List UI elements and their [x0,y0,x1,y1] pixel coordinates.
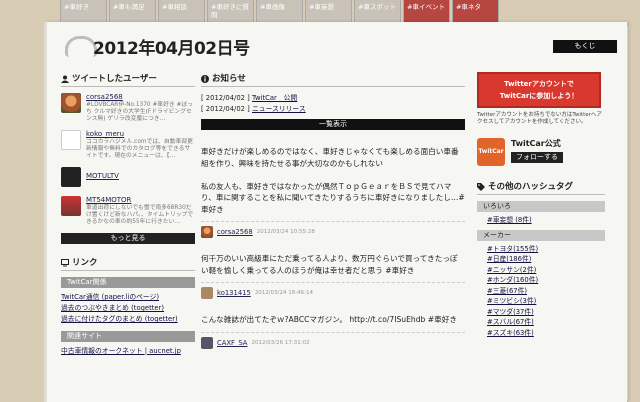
avatar[interactable] [201,287,213,299]
user-description: ココカラハジメル.comでは、自動車部更新情報や無料でのカタログ等をできるサイト… [86,139,193,159]
tweet-user[interactable]: corsa2568 [217,228,253,236]
tab-car-question[interactable]: #車好きに質問 [207,0,254,24]
banner-note: Twitterアカウントをお持ちでない方はTwitterへアクセスしてアカウント… [477,112,602,125]
official-account-box: TwitCar TwitCar公式 フォローする [477,138,605,166]
tweet-text: 車好きだけが楽しめるのではなく、車好きじゃなくても楽しめる面白い車番組を作り、興… [201,147,465,214]
hashtag-section-label: その他のハッシュタグ [488,182,574,192]
user-description: #LDVBCAR伊-No.1370 #車好き #ぼっち クルマ好きの大学生(Fド… [86,102,193,122]
right-column: Twitterアカウントで TwitCarに参加しよう！ Twitterアカウン… [477,72,605,338]
user-name[interactable]: MT54MOTOR [86,196,195,205]
link-group-header: 関連サイト [61,331,195,342]
tag-item[interactable]: #車妄想 (8件) [477,215,605,226]
monitor-icon [61,259,69,267]
table-of-contents-button[interactable]: もくじ [553,40,617,53]
news-item: [ 2012/04/02 ] TwitCar 公開 [201,93,465,104]
tab-car-love[interactable]: #車好き [60,0,107,24]
news-section-title: お知らせ [201,72,465,87]
tab-car-topic[interactable]: #車ネタ [452,0,499,24]
links-section-label: リンク [72,258,98,268]
user-description: 車道出荷にしないでも雪で雨多68R30だけ置くけど新なハパ。、タイムトリップでき… [86,205,194,225]
tweet-time: 2012/03/26 17:31:02 [251,339,310,346]
twitter-join-banner[interactable]: Twitterアカウントで TwitCarに参加しよう！ [477,72,601,108]
tag-item[interactable]: #スバル(67件) [477,317,605,328]
news-item: [ 2012/04/02 ] ニュースリリース [201,104,465,115]
paper-page: 2012年04月02日号 もくじ ツイートしたユーザー corsa2568 #L… [44,22,627,402]
link-item[interactable]: 過去に付けたタグのまとめ (togetter) [61,314,195,325]
tag-group-header: いろいろ [477,201,605,212]
avatar[interactable] [61,93,81,113]
page-header: 2012年04月02日号 もくじ [61,32,627,62]
avatar[interactable] [201,226,213,238]
news-date: [ 2012/04/02 ] [201,105,250,113]
tweet-time: 2012/03/24 10:55:28 [256,229,315,235]
news-date: [ 2012/04/02 ] [201,94,250,102]
avatar[interactable] [201,336,213,349]
banner-line1: Twitterアカウントで [504,80,574,88]
users-section-label: ツイートしたユーザー [72,74,157,84]
tab-car-spot[interactable]: #車スポット [354,0,401,24]
tweet-user[interactable]: CAXF_SA [217,339,247,347]
link-group-header: TwitCar関係 [61,277,195,288]
tweet-time: 2012/03/24 18:46:14 [254,290,313,296]
tweet-text: 何千万のいい高級車にただ乗ってる人より、数万円ぐらいで買ってきたっぽい軽を愉しく… [201,254,458,275]
link-item[interactable]: TwitCar通信 (paper.liのページ) [61,292,195,303]
avatar[interactable] [61,196,81,216]
category-tabs: #車好き #車も満足 #車相談 #車好きに質問 #車画像 #車妄想 #車スポット… [60,0,499,24]
tag-item[interactable]: #トヨタ(155件) [477,244,605,255]
tab-car-event[interactable]: #車イベント [403,0,450,24]
user-icon [61,75,69,83]
tweet-text: こんな雑誌が出てたぞｗ?ABCCマガジン。 http://t.co/7ISuEh… [201,315,457,324]
tweet-meta: ko131415 2012/03/24 18:46:14 [201,282,465,300]
hashtag-section-title: その他のハッシュタグ [477,180,605,195]
link-item[interactable]: 過去のつぶやきまとめ (togetter) [61,303,195,314]
tag-item[interactable]: #ミツビシ(3件) [477,296,605,307]
news-link[interactable]: ニュースリリース [252,105,306,113]
issue-title: 2012年04月02日号 [93,39,250,59]
user-card[interactable]: koko_meru ココカラハジメル.comでは、自動車部更新情報や無料でのカタ… [61,130,195,159]
tag-item[interactable]: #ホンダ(160件) [477,275,605,286]
user-card[interactable]: MT54MOTOR 車道出荷にしないでも雪で雨多68R30だけ置くけど新なハパ。… [61,196,195,225]
links-section-title: リンク [61,256,195,271]
tweet-meta: corsa2568 2012/03/24 10:55:28 [201,221,465,239]
info-icon [201,75,209,83]
user-card[interactable]: corsa2568 #LDVBCAR伊-No.1370 #車好き #ぼっち クル… [61,93,195,122]
tab-car-image[interactable]: #車画像 [256,0,303,24]
user-name[interactable]: koko_meru [86,130,195,139]
tag-item[interactable]: #ニッサン(2件) [477,265,605,276]
tag-item[interactable]: #スズキ(63件) [477,328,605,339]
tag-icon [477,183,485,191]
tab-car-satisfied[interactable]: #車も満足 [109,0,156,24]
tweet-meta: CAXF_SA 2012/03/26 17:31:02 [201,331,465,350]
tag-item[interactable]: #マツダ(37件) [477,307,605,318]
news-section-label: お知らせ [212,74,246,84]
tag-item[interactable]: #日産(186件) [477,254,605,265]
avatar[interactable] [61,167,81,187]
user-name[interactable]: corsa2568 [86,93,195,102]
official-title: TwitCar公式 [511,139,561,148]
tweet-user[interactable]: ko131415 [217,289,251,297]
user-card[interactable]: MOTULTV [61,167,195,187]
more-users-button[interactable]: もっと見る [61,233,195,244]
tag-item[interactable]: #三菱(67件) [477,286,605,297]
link-item[interactable]: 中古車情報のオークネット | aucnet.jp [61,346,195,357]
tab-car-consult[interactable]: #車相談 [158,0,205,24]
users-section-title: ツイートしたユーザー [61,72,195,87]
news-link[interactable]: TwitCar 公開 [252,94,297,102]
twitcar-logo: TwitCar [477,138,505,166]
tab-car-fantasy[interactable]: #車妄想 [305,0,352,24]
user-name[interactable]: MOTULTV [86,172,119,181]
tag-group-header: メーカー [477,229,605,241]
banner-line2: TwitCarに参加しよう！ [499,92,579,100]
avatar[interactable] [61,130,81,150]
news-list-button[interactable]: 一覧表示 [201,119,465,130]
main-column: お知らせ [ 2012/04/02 ] TwitCar 公開 [ 2012/04… [201,72,465,364]
follow-button[interactable]: フォローする [511,152,563,163]
left-column: ツイートしたユーザー corsa2568 #LDVBCAR伊-No.1370 #… [61,72,195,357]
